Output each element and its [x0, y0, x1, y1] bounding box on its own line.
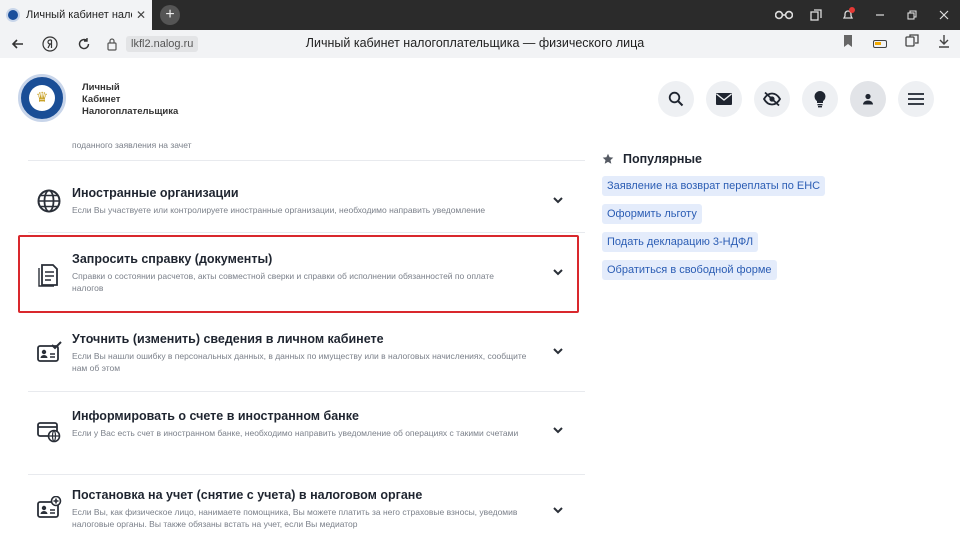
address-bar: lkfl2.nalog.ru Личный кабинет налогоплат… [0, 30, 960, 58]
bank-account-icon [37, 422, 61, 443]
service-item-tax-registration[interactable]: Постановка на учет (снятие с учета) в на… [20, 478, 580, 540]
brand-line: Личный [82, 82, 120, 93]
collections-icon[interactable] [800, 0, 832, 30]
lightbulb-icon [814, 91, 826, 108]
mail-icon [716, 93, 732, 105]
brand-line: Кабинет [82, 94, 121, 105]
brand-line: Налогоплательщика [82, 106, 179, 117]
service-title: Уточнить (изменить) сведения в личном ка… [72, 332, 384, 346]
popular-link-submit-declaration[interactable]: Подать декларацию 3-НДФЛ [602, 232, 759, 252]
new-tab-button[interactable]: + [160, 5, 180, 25]
chevron-down-icon[interactable] [552, 194, 564, 206]
divider [28, 474, 585, 475]
chevron-down-icon[interactable] [552, 424, 564, 436]
partial-row-description: поданного заявления на зачет [72, 140, 192, 150]
service-description: Если Вы, как физическое лицо, нанимаете … [72, 507, 518, 529]
profile-button[interactable] [850, 81, 886, 117]
tab-title: Личный кабинет налогоплательщика [26, 9, 132, 21]
chevron-down-icon[interactable] [552, 345, 564, 357]
search-button[interactable] [658, 81, 694, 117]
service-description: Если у Вас есть счет в иностранном банке… [72, 428, 519, 438]
close-window-icon[interactable] [928, 0, 960, 30]
service-title: Постановка на учет (снятие с учета) в на… [72, 488, 423, 502]
service-description: Если Вы нашли ошибку в персональных данн… [72, 351, 527, 373]
reload-icon[interactable] [74, 34, 94, 54]
service-item-foreign-bank-account[interactable]: Информировать о счете в иностранном банк… [20, 398, 580, 470]
tab-close-icon[interactable]: ✕ [136, 8, 146, 22]
service-title: Информировать о счете в иностранном банк… [72, 409, 359, 423]
divider [28, 391, 585, 392]
service-item-foreign-organizations[interactable]: Иностранные организации Если Вы участвуе… [20, 170, 580, 230]
back-arrow-icon[interactable] [8, 34, 28, 54]
url-field[interactable]: lkfl2.nalog.ru [126, 36, 199, 52]
chevron-down-icon[interactable] [552, 504, 564, 516]
popular-link-free-form-request[interactable]: Обратиться в свободной форме [602, 260, 777, 280]
lock-icon[interactable] [102, 34, 122, 54]
browser-tab[interactable]: Личный кабинет налогоплательщика ✕ [0, 0, 152, 30]
notification-dot [849, 7, 855, 13]
battery-icon[interactable] [870, 34, 890, 54]
brand-title: Личный Кабинет Налогоплательщика [82, 82, 178, 118]
popular-link-apply-benefit[interactable]: Оформить льготу [602, 204, 702, 224]
popular-panel: Популярные Заявление на возврат переплат… [602, 152, 932, 288]
eagle-emblem-icon: ♛ [29, 85, 55, 111]
service-title: Иностранные организации [72, 186, 239, 200]
id-card-check-icon [37, 341, 62, 362]
tips-button[interactable] [802, 81, 838, 117]
messages-button[interactable] [706, 81, 742, 117]
browser-tab-bar: Личный кабинет налогоплательщика ✕ + [0, 0, 960, 30]
bookmark-icon[interactable] [838, 34, 858, 54]
highlight-frame [18, 235, 579, 313]
notifications-icon[interactable] [832, 0, 864, 30]
popular-header: Популярные [602, 152, 932, 166]
site-favicon-icon [6, 8, 20, 22]
extensions-icon[interactable] [902, 34, 922, 54]
divider [28, 232, 585, 233]
service-description: Если Вы участвуете или контролируете ино… [72, 205, 486, 215]
popular-link-refund-overpayment[interactable]: Заявление на возврат переплаты по ЕНС [602, 176, 826, 196]
site-header: ♛ Личный Кабинет Налогоплательщика [0, 58, 960, 140]
fns-logo[interactable]: ♛ [18, 74, 66, 122]
minimize-icon[interactable] [864, 0, 896, 30]
eye-off-icon [762, 91, 782, 107]
accessibility-button[interactable] [754, 81, 790, 117]
globe-icon [37, 189, 61, 213]
search-icon [668, 91, 684, 107]
popular-title: Популярные [623, 152, 703, 166]
restore-icon[interactable] [896, 0, 928, 30]
menu-icon [908, 93, 924, 105]
page-title: Личный кабинет налогоплательщика — физич… [305, 36, 645, 50]
main-menu-button[interactable] [898, 81, 934, 117]
star-icon [602, 153, 614, 164]
reader-mode-icon[interactable] [768, 0, 800, 30]
id-card-plus-icon [37, 496, 62, 518]
service-item-update-profile-data[interactable]: Уточнить (изменить) сведения в личном ка… [20, 320, 580, 390]
download-icon[interactable] [934, 34, 954, 54]
user-icon [863, 93, 873, 105]
yandex-icon[interactable] [40, 34, 60, 54]
divider [28, 160, 585, 161]
